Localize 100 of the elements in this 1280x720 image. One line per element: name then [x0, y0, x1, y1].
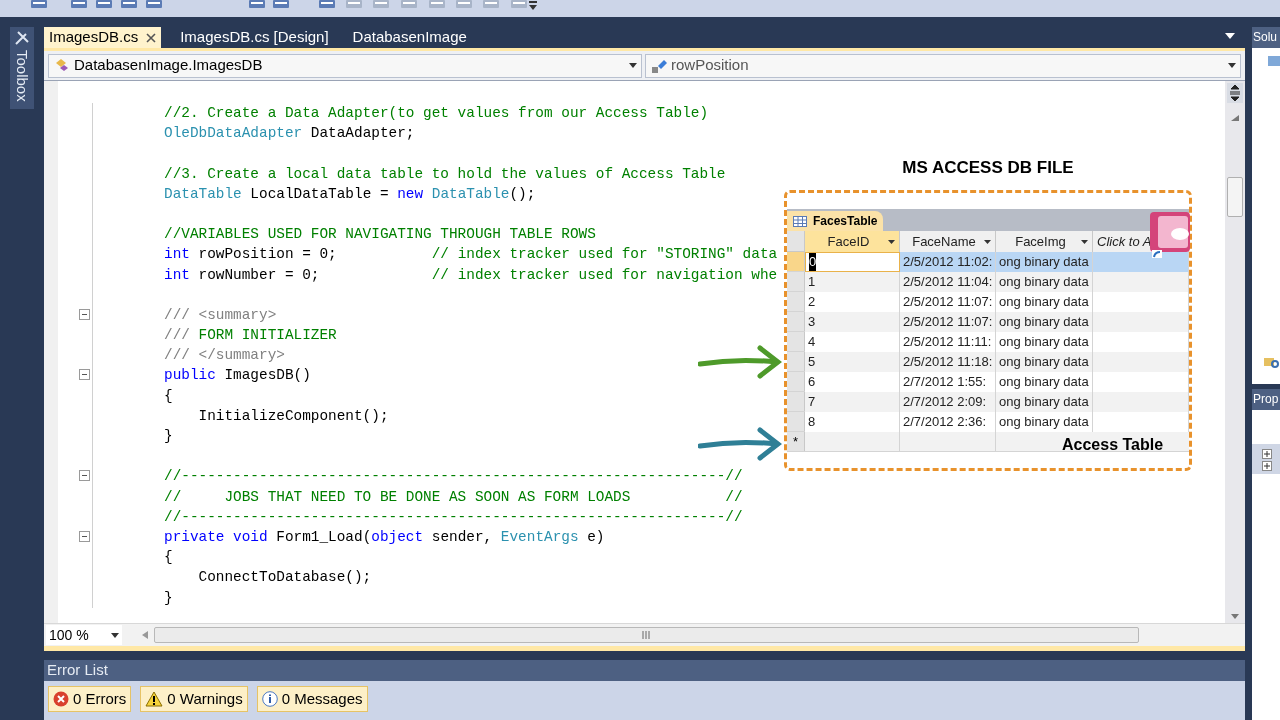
zoom-dropdown[interactable]: 100 %: [46, 625, 122, 645]
magnifier-icon[interactable]: [1264, 356, 1280, 370]
code-line: //---------------------------------------------------------------//: [164, 467, 743, 487]
warning-icon: [145, 691, 164, 707]
code-line: {: [164, 386, 173, 406]
horizontal-scrollbar-thumb[interactable]: [154, 627, 1139, 643]
code-line: InitializeComponent();: [197, 406, 389, 426]
scrollbar-thumb[interactable]: [1227, 177, 1243, 217]
toolbar-icon[interactable]: [372, 0, 390, 10]
code-line: }: [164, 588, 173, 608]
close-icon[interactable]: [146, 32, 157, 43]
table-cell: ong binary data: [996, 252, 1093, 272]
document-tab[interactable]: DatabasenImage: [347, 27, 472, 48]
code-line: /// FORM INITIALIZER: [164, 326, 337, 346]
record-selector[interactable]: [787, 312, 805, 331]
table-cell: ong binary data: [996, 372, 1093, 392]
table-cell: 2/5/2012 11:11:: [900, 332, 996, 352]
panel-header: Error List: [44, 660, 1245, 681]
record-selector[interactable]: [787, 392, 805, 411]
toolbar-icon[interactable]: [345, 0, 363, 10]
filter-toggle[interactable]: 0 Messages: [256, 686, 368, 712]
record-selector[interactable]: [787, 372, 805, 391]
code-line: //3. Create a local data table to hold the values of Access Table: [164, 164, 726, 184]
split-icon[interactable]: [1227, 83, 1243, 103]
panel-header[interactable]: Prop: [1252, 389, 1280, 410]
panel-header[interactable]: Solu: [1252, 27, 1280, 48]
column-header[interactable]: FaceID: [805, 231, 900, 252]
table-cell: ong binary data: [996, 332, 1093, 352]
scroll-up-icon[interactable]: [1231, 115, 1239, 121]
toolbar-icon[interactable]: [120, 0, 138, 10]
code-line: int rowNumber = 0; // index tracker used for navigation whe: [164, 265, 778, 285]
select-all-corner[interactable]: [787, 231, 805, 251]
code-line: }: [164, 427, 173, 446]
toolbar-icon[interactable]: [95, 0, 113, 10]
toolbar-icon[interactable]: [70, 0, 88, 10]
column-header[interactable]: FaceName: [900, 231, 996, 252]
code-line: //2. Create a Data Adapter(to get values from our Access Table): [164, 104, 709, 123]
toolbar-icon[interactable]: [455, 0, 473, 10]
expand-icon[interactable]: [1262, 461, 1272, 471]
dropdown-icon: [1228, 63, 1236, 68]
record-selector[interactable]: [787, 292, 805, 311]
table-caption: Access Table: [1062, 435, 1164, 455]
toolbox-tab[interactable]: Toolbox: [10, 27, 34, 109]
table-cell: ong binary data: [996, 312, 1093, 332]
table-icon: [793, 215, 807, 227]
code-line: //VARIABLES USED FOR NAVIGATING THROUGH TABLE ROWS: [164, 225, 596, 245]
vertical-scrollbar[interactable]: [1225, 81, 1245, 623]
code-line: //---------------------------------------------------------------//: [164, 507, 743, 527]
dropdown-icon: [984, 239, 991, 244]
code-line: private void Form1_Load(object sender, EventArgs e): [164, 527, 605, 547]
code-line: /// </summary>: [164, 346, 285, 366]
dropdown-icon: [888, 239, 895, 244]
table-cell: 2/5/2012 11:04:: [900, 272, 996, 292]
document-tab[interactable]: ImagesDB.cs [Design]: [175, 27, 334, 48]
error-icon: [53, 691, 69, 707]
table-cell: 0: [805, 252, 900, 272]
record-selector[interactable]: [787, 272, 805, 291]
table-cell: 2/5/2012 11:07:: [900, 312, 996, 332]
collapse-icon[interactable]: [79, 369, 90, 381]
table-cell: 2/7/2012 2:09:: [900, 392, 996, 412]
table-tab[interactable]: FacesTable: [787, 211, 884, 231]
collapse-icon[interactable]: [79, 308, 90, 320]
toolbar-icon[interactable]: [30, 0, 48, 10]
column-header[interactable]: FaceImg: [996, 231, 1093, 252]
type-dropdown[interactable]: DatabasenImage.ImagesDB: [48, 53, 642, 78]
toolbar-icon[interactable]: [145, 0, 163, 10]
code-line: ConnectToDatabase();: [197, 568, 372, 588]
folder-icon[interactable]: [1268, 54, 1280, 68]
toolbar-icon[interactable]: [482, 0, 500, 10]
toolbar-icon[interactable]: [400, 0, 418, 10]
grip-icon: [642, 631, 651, 639]
toolbar-icon[interactable]: [428, 0, 446, 10]
expand-icon[interactable]: [1262, 449, 1272, 459]
table-cell: 7: [805, 392, 900, 412]
dropdown-icon[interactable]: [1225, 33, 1235, 39]
code-line: DataTable LocalDataTable = new DataTable();: [164, 184, 536, 204]
scroll-left-icon[interactable]: [142, 631, 148, 639]
record-selector[interactable]: [787, 332, 805, 351]
dropdown-icon: [1081, 239, 1088, 244]
filter-toggle[interactable]: 0 Errors: [48, 686, 132, 712]
toolbar-icon[interactable]: [318, 0, 336, 10]
document-tab[interactable]: ImagesDB.cs: [44, 27, 162, 48]
record-selector[interactable]: [787, 352, 805, 371]
code-line: int rowPosition = 0; // index tracker used for "STORING" data: [164, 245, 778, 265]
collapse-icon[interactable]: [79, 530, 90, 542]
filter-toggle[interactable]: 0 Warnings: [140, 686, 248, 712]
table-cell: ong binary data: [996, 392, 1093, 412]
toolbar-icon[interactable]: [248, 0, 266, 10]
overflow-icon[interactable]: [528, 0, 538, 12]
table-cell: ong binary data: [996, 272, 1093, 292]
member-dropdown[interactable]: rowPosition: [645, 53, 1241, 78]
collapse-icon[interactable]: [79, 470, 90, 482]
table-cell: 2/5/2012 11:07:: [900, 292, 996, 312]
scroll-down-icon[interactable]: [1231, 614, 1239, 619]
record-selector[interactable]: [787, 412, 805, 431]
table-cell: 5: [805, 352, 900, 372]
toolbar-icon[interactable]: [272, 0, 290, 10]
table-cell: 2: [805, 292, 900, 312]
table-cell: ong binary data: [996, 352, 1093, 372]
table-cell: 1: [805, 272, 900, 292]
